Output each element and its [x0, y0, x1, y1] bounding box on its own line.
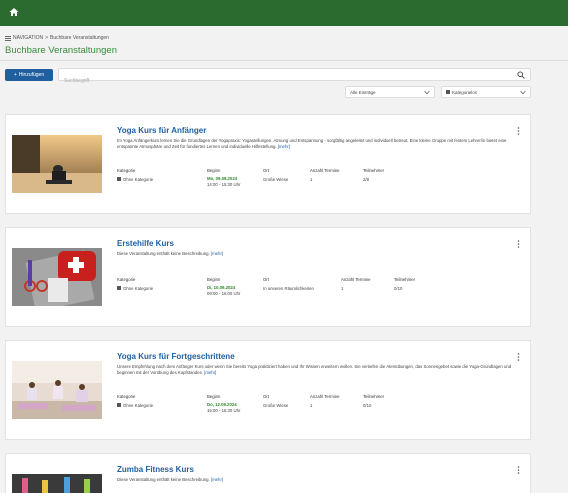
more-options-icon[interactable] [517, 353, 520, 361]
event-time: 15:00 - 16:30 Uhr [207, 408, 241, 413]
event-title[interactable]: Erstehilfe Kurs [117, 239, 174, 248]
event-start: Do, 12.09.2024 15:00 - 16:30 Uhr [207, 402, 240, 414]
event-title[interactable]: Zumba Fitness Kurs [117, 465, 194, 474]
event-card[interactable]: Erstehilfe Kurs Diese Veranstaltung enth… [5, 227, 531, 327]
column-header-kategorie: Kategorie [117, 394, 136, 399]
add-button-label: Hinzufügen [18, 72, 45, 78]
column-header-anzahl: Anzahl Termine [310, 168, 340, 173]
event-description-text: Im Yoga Anfängerkurs lernen Sie die Grun… [117, 138, 507, 149]
event-count: 1 [310, 403, 313, 408]
event-category: Ohne Kategorie [117, 286, 153, 292]
event-start: Di, 10.09.2024 09:00 - 16:00 Uhr [207, 285, 240, 297]
event-description: Diese Veranstaltung enthält keine Beschr… [117, 477, 512, 483]
column-header-kategorie: Kategorie [117, 277, 136, 282]
entries-select-value: Alle Einträge [350, 89, 376, 95]
event-place: Große Wiese [263, 177, 289, 182]
event-category-text: Ohne Kategorie [123, 403, 154, 408]
event-time: 09:00 - 16:00 Uhr [207, 291, 241, 296]
category-square-icon [117, 286, 121, 290]
event-category-text: Ohne Kategorie [123, 177, 154, 182]
breadcrumb: NAVIGATION > Buchbare Veranstaltungen [5, 35, 109, 41]
breadcrumb-nav[interactable]: NAVIGATION [13, 35, 43, 41]
category-square-icon [117, 403, 121, 407]
search-input[interactable] [59, 75, 499, 87]
add-button[interactable]: + Hinzufügen [5, 69, 53, 81]
event-title[interactable]: Yoga Kurs für Fortgeschrittene [117, 352, 235, 361]
event-time: 14:00 - 15:30 Uhr [207, 182, 241, 187]
column-header-anzahl: Anzahl Termine [310, 394, 340, 399]
event-participants: 0/10 [363, 403, 372, 408]
breadcrumb-current: Buchbare Veranstaltungen [50, 35, 109, 41]
event-category-text: Ohne Kategorie [123, 286, 154, 291]
search-box [58, 68, 531, 87]
event-description: Im Yoga Anfängerkurs lernen Sie die Grun… [117, 138, 512, 150]
column-header-ort: Ort [263, 277, 269, 282]
event-count: 1 [341, 286, 344, 291]
event-card[interactable]: Zumba Fitness Kurs Diese Veranstaltung e… [5, 453, 531, 493]
search-icon[interactable] [517, 71, 525, 79]
chevron-down-icon [424, 90, 430, 95]
entries-select[interactable]: Alle Einträge [345, 86, 435, 98]
event-title[interactable]: Yoga Kurs für Anfänger [117, 126, 206, 135]
category-select[interactable]: Kategorielos [441, 86, 531, 98]
event-place: Große Wiese [263, 403, 289, 408]
column-header-teilnehmer: Teilnehmer [394, 277, 416, 282]
event-image [12, 135, 102, 193]
divider [0, 60, 568, 61]
event-category: Ohne Kategorie [117, 177, 153, 183]
column-header-beginn: Beginn [207, 168, 221, 173]
column-header-ort: Ort [263, 168, 269, 173]
event-card[interactable]: Yoga Kurs für Fortgeschrittene Unsere Em… [5, 340, 531, 440]
event-description-text: Diese Veranstaltung enthält keine Beschr… [117, 251, 210, 256]
category-select-value: Kategorielos [452, 89, 478, 95]
top-bar [0, 0, 568, 26]
column-header-kategorie: Kategorie [117, 168, 136, 173]
event-description: Diese Veranstaltung enthält keine Beschr… [117, 251, 512, 257]
menu-icon[interactable] [5, 35, 11, 41]
event-place: In unseren Räumlichkeiten [263, 286, 314, 291]
event-start: Mo, 09.09.2024 14:00 - 15:30 Uhr [207, 176, 240, 188]
page-title: Buchbare Veranstaltungen [5, 45, 117, 56]
more-options-icon[interactable] [517, 240, 520, 248]
more-options-icon[interactable] [517, 466, 520, 474]
event-image [12, 474, 102, 493]
event-participants: 0/10 [394, 286, 403, 291]
event-category: Ohne Kategorie [117, 403, 153, 409]
home-icon[interactable] [9, 7, 19, 17]
category-square-icon [117, 177, 121, 181]
event-count: 1 [310, 177, 313, 182]
event-description-text: Diese Veranstaltung enthält keine Beschr… [117, 477, 210, 482]
breadcrumb-separator: > [45, 35, 49, 41]
event-description: Unsere Empfehlung nach dem Anfänger Kurs… [117, 364, 512, 376]
more-options-icon[interactable] [517, 127, 520, 135]
event-image [12, 248, 102, 306]
category-square-icon [446, 90, 450, 94]
more-link[interactable]: [mehr] [204, 370, 216, 375]
chevron-down-icon [520, 90, 526, 95]
column-header-anzahl: Anzahl Termine [341, 277, 371, 282]
more-link[interactable]: [mehr] [278, 144, 290, 149]
event-description-text: Unsere Empfehlung nach dem Anfänger Kurs… [117, 364, 512, 375]
event-participants: 2/8 [363, 177, 369, 182]
column-header-teilnehmer: Teilnehmer [363, 168, 385, 173]
plus-icon: + [13, 72, 17, 78]
event-card[interactable]: Yoga Kurs für Anfänger Im Yoga Anfängerk… [5, 114, 531, 214]
column-header-teilnehmer: Teilnehmer [363, 394, 385, 399]
more-link[interactable]: [mehr] [211, 477, 223, 482]
more-link[interactable]: [mehr] [211, 251, 223, 256]
column-header-beginn: Beginn [207, 394, 221, 399]
column-header-beginn: Beginn [207, 277, 221, 282]
column-header-ort: Ort [263, 394, 269, 399]
event-image [12, 361, 102, 419]
